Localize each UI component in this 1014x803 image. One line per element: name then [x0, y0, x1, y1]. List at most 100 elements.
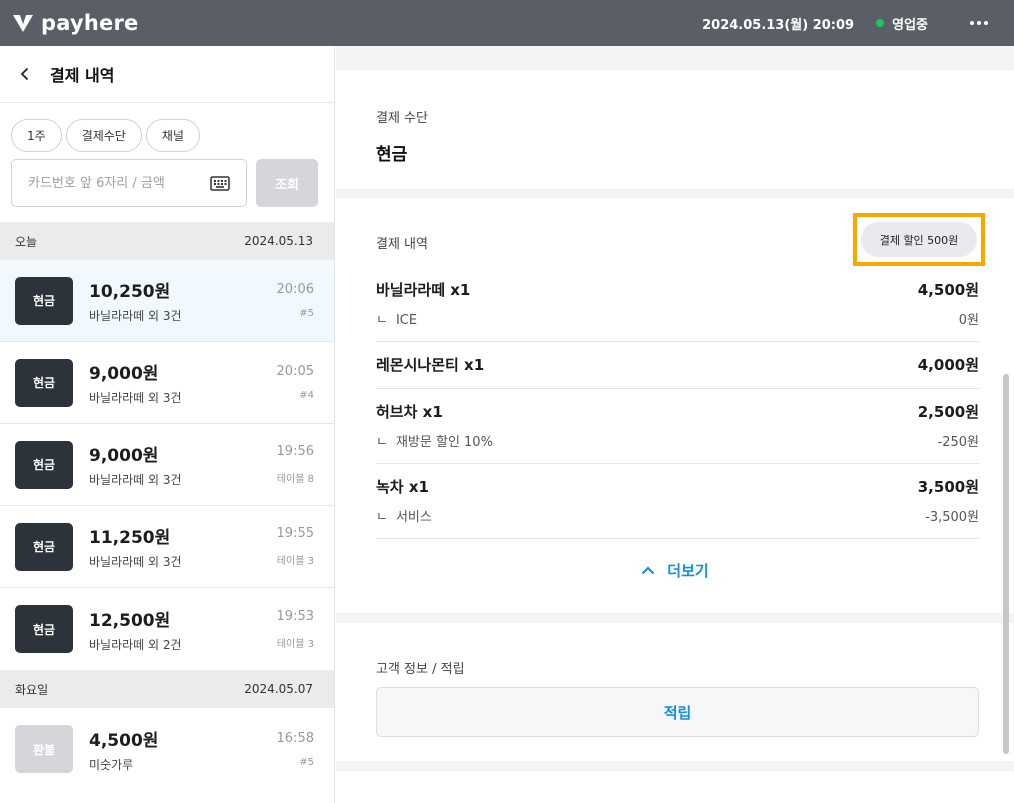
discount-highlight: 결제 할인 500원 — [853, 213, 985, 266]
payment-method-badge: 현금 — [15, 522, 73, 571]
item-price: 2,500원 — [917, 403, 979, 421]
payment-list: 오늘 2024.05.13 현금 10,250원 바닐라라떼 외 3건 20:06… — [0, 222, 334, 790]
dot-icon — [984, 21, 988, 25]
payment-time: 19:56 — [276, 444, 314, 459]
option-indent-icon: ㄴ — [376, 509, 388, 525]
payment-order-ref: 테이블 3 — [276, 556, 314, 567]
dot-icon — [970, 21, 974, 25]
earn-points-button[interactable]: 적립 — [376, 687, 979, 737]
payment-order-ref: 테이블 3 — [276, 638, 314, 650]
payment-time: 19:53 — [276, 608, 314, 624]
top-bar: payhere 2024.05.13(월) 20:09 영업중 — [0, 0, 1014, 46]
item-qty: x1 — [450, 281, 471, 299]
option-name: 재방문 할인 10% — [395, 434, 493, 450]
item-qty: x1 — [464, 356, 485, 374]
payment-list-item[interactable]: 환불 4,500원미숫가루 16:58 #5 — [0, 708, 334, 790]
dot-icon — [977, 21, 981, 25]
option-price: -250원 — [937, 434, 979, 450]
order-line-list: 바닐라라떼 x1 4,500원 ㄴ ICE 0원 레몬시나몬티 x1 4,000원… — [376, 267, 979, 539]
payment-amount: 9,000원 — [89, 364, 159, 384]
item-price: 3,500원 — [917, 478, 979, 496]
brand-logo[interactable]: payhere — [12, 11, 138, 35]
payment-order-ref: #4 — [299, 390, 314, 401]
panel-header: 결제 내역 — [0, 46, 334, 103]
back-button[interactable] — [20, 67, 34, 81]
section-label: 결제 수단 — [376, 111, 428, 126]
payment-description: 미숫가루 — [89, 757, 134, 772]
payment-method-badge: 현금 — [15, 358, 73, 407]
payment-description: 바닐라라떼 외 3건 — [89, 391, 182, 405]
payment-time: 19:55 — [276, 526, 314, 541]
store-status: 영업중 — [892, 17, 928, 33]
payhere-logo-icon — [12, 13, 34, 33]
current-datetime: 2024.05.13(월) 20:09 — [702, 17, 855, 33]
date-group-date: 2024.05.13 — [244, 234, 313, 248]
date-group-label: 오늘 — [15, 234, 38, 249]
section-label: 고객 정보 / 적립 — [376, 662, 465, 677]
option-price: 0원 — [958, 312, 979, 328]
order-details-section: 결제 내역 결제 할인 500원 바닐라라떼 x1 4,500원 ㄴ ICE 0원… — [336, 198, 1014, 613]
filter-chip-period[interactable]: 1주 — [11, 119, 62, 152]
payment-list-item[interactable]: 현금 12,500원 바닐라라떼 외 2건 19:53 테이블 3 — [0, 588, 334, 670]
option-name: 서비스 — [395, 509, 432, 525]
search-box — [11, 159, 247, 207]
item-name: 레몬시나몬티 — [376, 356, 459, 374]
filter-area: 1주 결제수단 채널 조회 — [0, 103, 334, 207]
payment-amount: 11,250원 — [89, 528, 171, 548]
payment-method-value: 현금 — [376, 145, 408, 165]
payment-order-ref: #5 — [299, 756, 314, 768]
show-more-label: 더보기 — [667, 562, 709, 580]
filter-chip-channel[interactable]: 채널 — [145, 119, 200, 152]
order-line: 녹차 x1 3,500원 ㄴ 서비스 -3,500원 — [376, 464, 979, 539]
item-qty: x1 — [422, 403, 443, 421]
refund-badge: 환불 — [15, 725, 73, 773]
chevron-up-icon — [642, 566, 655, 575]
show-more-button[interactable]: 더보기 — [336, 560, 1014, 581]
payment-list-item[interactable]: 현금 11,250원바닐라라떼 외 3건 19:55 테이블 3 — [0, 506, 334, 588]
option-indent-icon: ㄴ — [376, 312, 388, 328]
chevron-left-icon — [20, 67, 29, 81]
payment-order-ref: 테이블 8 — [276, 474, 314, 485]
payment-time: 16:58 — [276, 730, 314, 746]
filter-chip-payment-method[interactable]: 결제수단 — [65, 119, 142, 152]
payment-description: 바닐라라떼 외 3건 — [89, 309, 182, 323]
date-group-date: 2024.05.07 — [244, 682, 313, 696]
item-name: 허브차 — [376, 403, 418, 421]
brand-name: payhere — [41, 11, 139, 35]
payment-method-section: 결제 수단 현금 — [336, 70, 1014, 189]
search-input[interactable] — [28, 175, 210, 191]
order-line: 허브차 x1 2,500원 ㄴ 재방문 할인 10% -250원 — [376, 389, 979, 464]
status-dot-icon — [876, 19, 885, 27]
more-menu-button[interactable] — [970, 15, 988, 31]
payment-list-item[interactable]: 현금 9,000원바닐라라떼 외 3건 20:05 #4 — [0, 342, 334, 424]
payment-method-badge: 현금 — [15, 276, 73, 325]
scrollbar-thumb[interactable] — [1003, 374, 1009, 754]
item-name: 바닐라라떼 — [376, 281, 446, 299]
keyboard-icon[interactable] — [210, 175, 230, 191]
payment-history-panel: 결제 내역 1주 결제수단 채널 조회 — [0, 46, 335, 803]
item-name: 녹차 — [376, 478, 404, 496]
payment-amount: 12,500원 — [89, 610, 171, 631]
date-group-header: 오늘 2024.05.13 — [0, 222, 334, 260]
payment-method-badge: 현금 — [15, 605, 73, 653]
payment-time: 20:05 — [276, 364, 314, 379]
item-qty: x1 — [408, 478, 429, 496]
date-group-label: 화요일 — [15, 682, 49, 697]
payment-description: 바닐라라떼 외 3건 — [89, 473, 182, 487]
option-name: ICE — [395, 312, 418, 328]
payment-time: 20:06 — [276, 282, 314, 297]
payment-detail-panel: 결제 수단 현금 결제 내역 결제 할인 500원 바닐라라떼 x1 4,500… — [336, 46, 1014, 803]
page-title: 결제 내역 — [50, 66, 115, 85]
discount-badge[interactable]: 결제 할인 500원 — [861, 222, 977, 257]
order-line: 바닐라라떼 x1 4,500원 ㄴ ICE 0원 — [376, 267, 979, 342]
payment-description: 바닐라라떼 외 3건 — [89, 555, 182, 569]
date-group-header: 화요일 2024.05.07 — [0, 670, 334, 708]
next-section — [336, 771, 1014, 803]
payment-list-item[interactable]: 현금 9,000원 바닐라라떼 외 3건 19:56 테이블 8 — [0, 424, 334, 506]
payment-amount: 4,500원 — [89, 730, 159, 751]
option-price: -3,500원 — [925, 509, 979, 525]
item-price: 4,500원 — [917, 281, 979, 299]
payment-list-item[interactable]: 현금 10,250원 바닐라라떼 외 3건 20:06 #5 — [0, 260, 334, 342]
query-button[interactable]: 조회 — [256, 159, 318, 207]
payment-amount: 9,000원 — [89, 446, 159, 466]
